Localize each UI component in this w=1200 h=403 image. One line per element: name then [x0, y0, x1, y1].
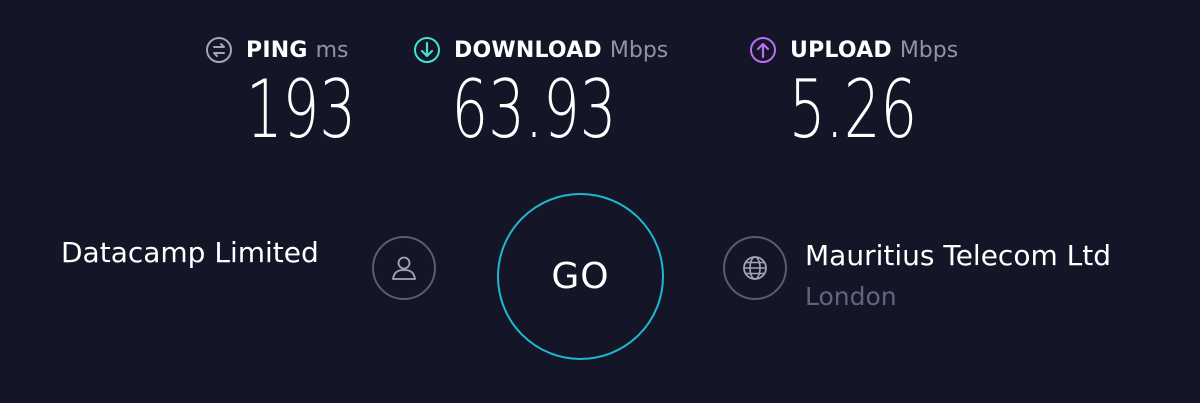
server-name[interactable]: Mauritius Telecom Ltd	[805, 233, 1135, 279]
isp-name: Datacamp Limited	[61, 236, 319, 269]
download-value: 63.93	[451, 63, 617, 156]
server-location: London	[805, 282, 897, 311]
download-unit: Mbps	[609, 37, 669, 63]
download-arrow-icon	[413, 36, 441, 64]
go-label: GO	[551, 256, 610, 297]
ping-label: PING	[246, 37, 308, 63]
upload-value: 5.26	[788, 63, 918, 156]
ping-header: PING ms	[205, 34, 349, 66]
upload-unit: Mbps	[899, 37, 959, 63]
globe-icon[interactable]	[723, 236, 787, 300]
download-metric: DOWNLOAD Mbps 63.93	[413, 34, 703, 154]
upload-arrow-icon	[749, 36, 777, 64]
server-info[interactable]: Mauritius Telecom Ltd London	[805, 236, 1135, 313]
ping-icon	[205, 36, 233, 64]
ping-unit: ms	[315, 37, 349, 63]
upload-label: UPLOAD	[790, 37, 892, 63]
user-icon[interactable]	[372, 236, 436, 300]
upload-header: UPLOAD Mbps	[749, 34, 958, 66]
ping-value: 193	[246, 63, 356, 156]
upload-metric: UPLOAD Mbps 5.26	[749, 34, 989, 154]
download-label: DOWNLOAD	[454, 37, 602, 63]
go-button[interactable]: GO	[497, 193, 664, 360]
ping-metric: PING ms 193	[205, 34, 365, 154]
download-header: DOWNLOAD Mbps	[413, 34, 668, 66]
